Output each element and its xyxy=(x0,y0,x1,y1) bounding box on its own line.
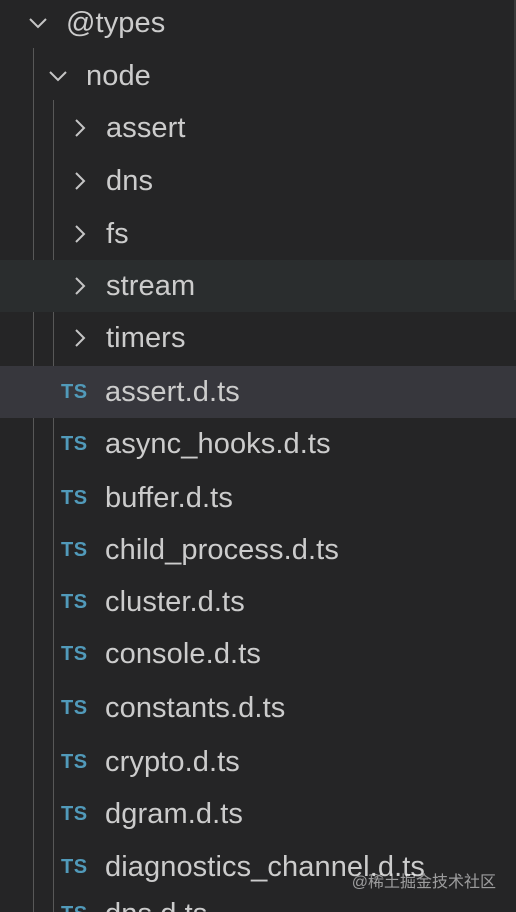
typescript-file-icon: TS xyxy=(61,432,88,455)
chevron-right-icon xyxy=(70,118,90,138)
typescript-file-icon: TS xyxy=(61,642,88,665)
tree-file-label: child_process.d.ts xyxy=(105,533,339,566)
chevron-right-icon xyxy=(70,171,90,191)
tree-folder-label: @types xyxy=(66,6,166,39)
tree-folder-timers[interactable]: timers xyxy=(0,312,516,364)
tree-file-label: dgram.d.ts xyxy=(105,797,243,830)
tree-file-async-hooks-d-ts[interactable]: TS async_hooks.d.ts xyxy=(0,418,516,470)
tree-file-label: assert.d.ts xyxy=(105,375,240,408)
chevron-right-icon xyxy=(70,328,90,348)
tree-folder-assert[interactable]: assert xyxy=(0,102,516,154)
tree-folder-fs[interactable]: fs xyxy=(0,208,516,260)
tree-folder-types[interactable]: @types xyxy=(0,0,516,49)
typescript-file-icon: TS xyxy=(61,486,88,509)
tree-file-label: cluster.d.ts xyxy=(105,585,245,618)
tree-file-console-d-ts[interactable]: TS console.d.ts xyxy=(0,628,516,680)
chevron-right-icon xyxy=(70,224,90,244)
tree-folder-label: assert xyxy=(106,111,186,144)
tree-folder-label: timers xyxy=(106,321,186,354)
file-explorer-tree: @types node assert dns fs stream timers … xyxy=(0,0,516,912)
tree-folder-stream[interactable]: stream xyxy=(0,260,516,312)
tree-file-label: async_hooks.d.ts xyxy=(105,427,331,460)
typescript-file-icon: TS xyxy=(61,903,105,912)
typescript-file-icon: TS xyxy=(61,590,88,613)
tree-folder-node[interactable]: node xyxy=(0,50,516,102)
typescript-file-icon: TS xyxy=(61,855,88,878)
typescript-file-icon: TS xyxy=(61,696,88,719)
tree-folder-label: dns xyxy=(106,164,154,197)
tree-folder-label: fs xyxy=(106,217,129,250)
tree-folder-label: stream xyxy=(106,269,196,302)
chevron-down-icon xyxy=(28,13,48,33)
tree-file-dgram-d-ts[interactable]: TS dgram.d.ts xyxy=(0,788,516,840)
tree-file-constants-d-ts[interactable]: TS constants.d.ts xyxy=(0,682,516,734)
chevron-right-icon xyxy=(70,276,90,296)
typescript-file-icon: TS xyxy=(61,750,88,773)
chevron-down-icon xyxy=(48,66,68,86)
tree-file-label: dns.d.ts xyxy=(105,898,207,912)
tree-file-dns-d-ts[interactable]: TS dns.d.ts xyxy=(0,894,516,912)
tree-folder-dns[interactable]: dns xyxy=(0,155,516,207)
tree-file-assert-d-ts[interactable]: TS assert.d.ts xyxy=(0,366,516,418)
typescript-file-icon: TS xyxy=(61,538,88,561)
tree-file-label: console.d.ts xyxy=(105,637,261,670)
typescript-file-icon: TS xyxy=(61,380,88,403)
tree-file-crypto-d-ts[interactable]: TS crypto.d.ts xyxy=(0,736,516,788)
tree-folder-label: node xyxy=(86,59,151,92)
tree-file-label: buffer.d.ts xyxy=(105,481,233,514)
tree-file-label: constants.d.ts xyxy=(105,691,286,724)
watermark: @稀土掘金技术社区 xyxy=(351,874,496,891)
tree-file-buffer-d-ts[interactable]: TS buffer.d.ts xyxy=(0,472,516,524)
tree-file-child-process-d-ts[interactable]: TS child_process.d.ts xyxy=(0,524,516,576)
tree-file-cluster-d-ts[interactable]: TS cluster.d.ts xyxy=(0,576,516,628)
tree-file-label: crypto.d.ts xyxy=(105,745,240,778)
typescript-file-icon: TS xyxy=(61,802,88,825)
